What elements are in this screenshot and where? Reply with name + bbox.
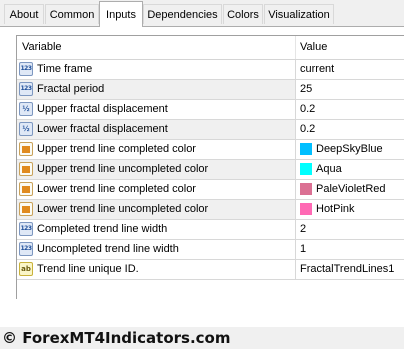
- cell-separator: [295, 60, 296, 79]
- color-value[interactable]: HotPink: [316, 203, 355, 215]
- tab-common[interactable]: Common: [45, 4, 99, 24]
- value-cell[interactable]: current: [300, 63, 334, 75]
- color-swatch[interactable]: [300, 143, 312, 155]
- color-value[interactable]: PaleVioletRed: [316, 183, 386, 195]
- color-swatch[interactable]: [300, 183, 312, 195]
- color-value[interactable]: DeepSkyBlue: [316, 143, 383, 155]
- variable-name: Uncompleted trend line width: [37, 243, 179, 255]
- cell-separator: [295, 240, 296, 259]
- tab-colors[interactable]: Colors: [223, 4, 263, 24]
- integer-icon: 123: [19, 82, 33, 96]
- value-cell[interactable]: 0.2: [300, 103, 315, 115]
- integer-icon: 123: [19, 62, 33, 76]
- string-icon: ab: [19, 262, 33, 276]
- variable-column-header[interactable]: Variable: [22, 41, 62, 53]
- tab-inputs[interactable]: Inputs: [99, 1, 143, 27]
- cell-separator: [295, 160, 296, 179]
- cell-separator: [295, 180, 296, 199]
- color-swatch[interactable]: [300, 203, 312, 215]
- variable-name: Upper fractal displacement: [37, 103, 168, 115]
- table-row[interactable]: ½ Upper fractal displacement 0.2: [17, 100, 404, 120]
- value-cell[interactable]: FractalTrendLines1: [300, 263, 394, 275]
- cell-separator: [295, 260, 296, 279]
- variable-name: Upper trend line completed color: [37, 143, 196, 155]
- cell-separator: [295, 140, 296, 159]
- table-row[interactable]: 123 Time frame current: [17, 60, 404, 80]
- integer-icon: 123: [19, 222, 33, 236]
- integer-icon: 123: [19, 242, 33, 256]
- table-row[interactable]: Lower trend line uncompleted color HotPin…: [17, 200, 404, 220]
- table-row[interactable]: ab Trend line unique ID. FractalTrendLines…: [17, 260, 404, 280]
- watermark-bar: © ForexMT4Indicators.com: [0, 327, 404, 349]
- table-row[interactable]: 123 Uncompleted trend line width 1: [17, 240, 404, 260]
- tab-dependencies[interactable]: Dependencies: [143, 4, 222, 24]
- color-icon: [19, 162, 33, 176]
- cell-separator: [295, 220, 296, 239]
- tab-bar: About Common Inputs Dependencies Colors …: [0, 0, 404, 27]
- variable-name: Upper trend line uncompleted color: [37, 163, 209, 175]
- value-cell[interactable]: 1: [300, 243, 306, 255]
- variable-name: Completed trend line width: [37, 223, 168, 235]
- variable-name: Time frame: [37, 63, 93, 75]
- column-separator[interactable]: [295, 36, 296, 59]
- cell-separator: [295, 120, 296, 139]
- table-row[interactable]: Lower trend line completed color PaleViol…: [17, 180, 404, 200]
- inputs-grid: Variable Value 123 Time frame current 123 Fr…: [16, 35, 404, 299]
- color-icon: [19, 142, 33, 156]
- grid-header: Variable Value: [17, 36, 404, 60]
- variable-name: Lower fractal displacement: [37, 123, 168, 135]
- tab-about[interactable]: About: [4, 4, 44, 24]
- table-row[interactable]: ½ Lower fractal displacement 0.2: [17, 120, 404, 140]
- table-row[interactable]: Upper trend line completed color DeepSkyB…: [17, 140, 404, 160]
- color-icon: [19, 182, 33, 196]
- color-value[interactable]: Aqua: [316, 163, 342, 175]
- value-cell[interactable]: 0.2: [300, 123, 315, 135]
- variable-name: Trend line unique ID.: [37, 263, 139, 275]
- cell-separator: [295, 80, 296, 99]
- table-row[interactable]: 123 Fractal period 25: [17, 80, 404, 100]
- cell-separator: [295, 100, 296, 119]
- variable-name: Lower trend line uncompleted color: [37, 203, 209, 215]
- table-row[interactable]: Upper trend line uncompleted color Aqua: [17, 160, 404, 180]
- color-icon: [19, 202, 33, 216]
- double-icon: ½: [19, 102, 33, 116]
- variable-name: Fractal period: [37, 83, 105, 95]
- table-row[interactable]: 123 Completed trend line width 2: [17, 220, 404, 240]
- tab-visualization[interactable]: Visualization: [264, 4, 334, 24]
- double-icon: ½: [19, 122, 33, 136]
- variable-name: Lower trend line completed color: [37, 183, 196, 195]
- value-cell[interactable]: 25: [300, 83, 312, 95]
- copyright-watermark: © ForexMT4Indicators.com: [2, 329, 231, 347]
- value-cell[interactable]: 2: [300, 223, 306, 235]
- color-swatch[interactable]: [300, 163, 312, 175]
- cell-separator: [295, 200, 296, 219]
- value-column-header[interactable]: Value: [300, 41, 327, 53]
